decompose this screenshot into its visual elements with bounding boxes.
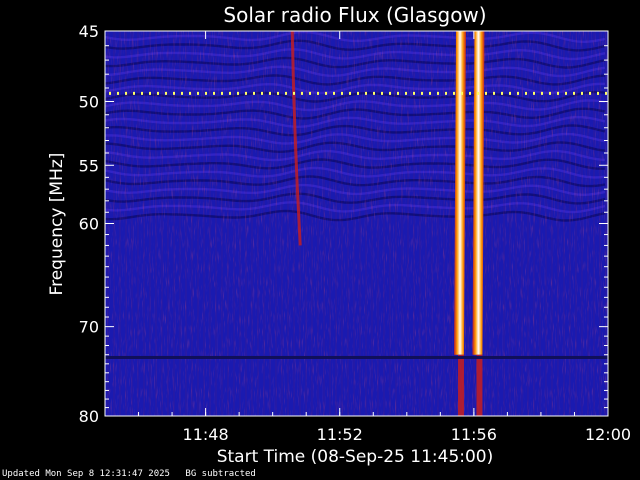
burst-mark [454,31,467,355]
x-tick-label: 11:56 [451,425,497,444]
x-axis-label: Start Time (08-Sep-25 11:45:00) [217,447,494,467]
plot-area [104,30,609,417]
y-tick-label: 50 [79,93,99,112]
y-tick-label: 60 [79,215,99,234]
spectrogram-chart: Solar radio Flux (Glasgow) 11:48 11:52 11:… [47,3,631,467]
y-tick-label: 45 [79,22,99,41]
updated-timestamp: Updated Mon Sep 8 12:31:47 2025 [2,469,170,479]
burst-mark [472,31,485,355]
background-note: BG subtracted [185,469,256,479]
y-tick-label: 55 [79,156,99,175]
burst-tail [476,354,483,416]
y-tick-label: 80 [79,407,99,426]
interference-line [105,355,608,359]
x-tick-label: 12:00 [585,425,631,444]
chart-title: Solar radio Flux (Glasgow) [223,3,486,27]
footer: Updated Mon Sep 8 12:31:47 2025 BG subtr… [2,469,266,479]
y-tick-label: 70 [79,318,99,337]
y-axis-label: Frequency [MHz] [47,153,67,296]
x-tick-label: 11:52 [317,425,363,444]
x-tick-label: 11:48 [183,425,229,444]
burst-tail [458,354,465,416]
